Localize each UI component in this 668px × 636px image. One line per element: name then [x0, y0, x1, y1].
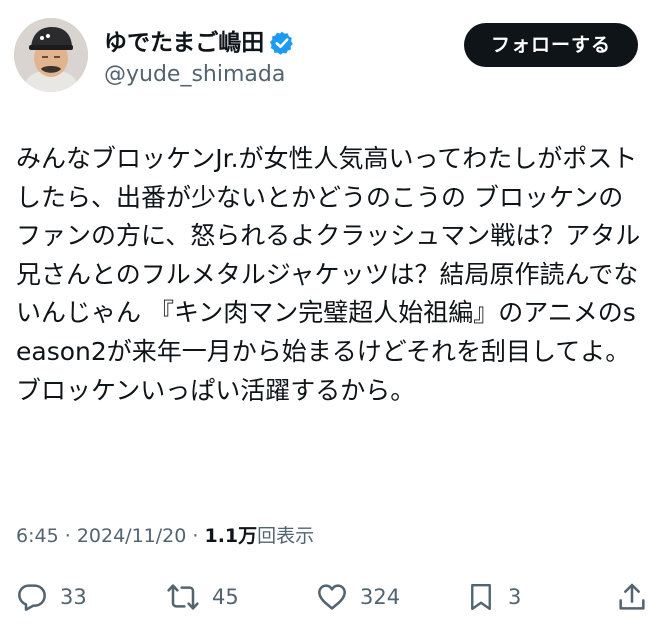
verified-badge-icon — [269, 31, 293, 55]
views-count: 1.1万 — [204, 525, 258, 547]
avatar-image — [14, 18, 88, 92]
share-button[interactable] — [616, 574, 648, 620]
heart-icon — [318, 584, 346, 610]
reply-button[interactable]: 33 — [16, 574, 87, 620]
like-button[interactable]: 324 — [316, 574, 400, 620]
user-handle[interactable]: @yude_shimada — [104, 61, 285, 89]
display-name[interactable]: ゆでたまご嶋田 — [104, 28, 264, 58]
views-label: 回表示 — [257, 525, 315, 547]
tweet-text: みんなブロッケンJr.が女性人気高いってわたしがポストしたら、出番が少ないとかど… — [16, 144, 641, 405]
retweet-icon — [167, 584, 199, 610]
tweet-date[interactable]: 2024/11/20 — [77, 525, 187, 547]
reply-icon — [18, 584, 46, 611]
tweet-time[interactable]: 6:45 — [16, 525, 59, 547]
bookmark-count: 3 — [508, 585, 522, 609]
retweet-count: 45 — [212, 585, 239, 609]
meta-separator: · — [192, 525, 205, 547]
follow-button[interactable]: フォローする — [464, 23, 638, 67]
meta-separator: · — [64, 525, 77, 547]
reply-count: 33 — [60, 585, 87, 609]
tweet-header: ゆでたまご嶋田 @yude_shimada フォローする — [0, 0, 668, 110]
tweet-meta: 6:45 · 2024/11/20 · 1.1万回表示 — [16, 521, 314, 551]
avatar[interactable] — [14, 18, 88, 92]
share-icon — [619, 583, 645, 610]
retweet-button[interactable]: 45 — [166, 574, 239, 620]
bookmark-button[interactable]: 3 — [466, 574, 521, 620]
like-count: 324 — [360, 585, 401, 609]
bookmark-icon — [471, 583, 491, 611]
action-bar: 33 45 324 3 — [0, 574, 668, 620]
